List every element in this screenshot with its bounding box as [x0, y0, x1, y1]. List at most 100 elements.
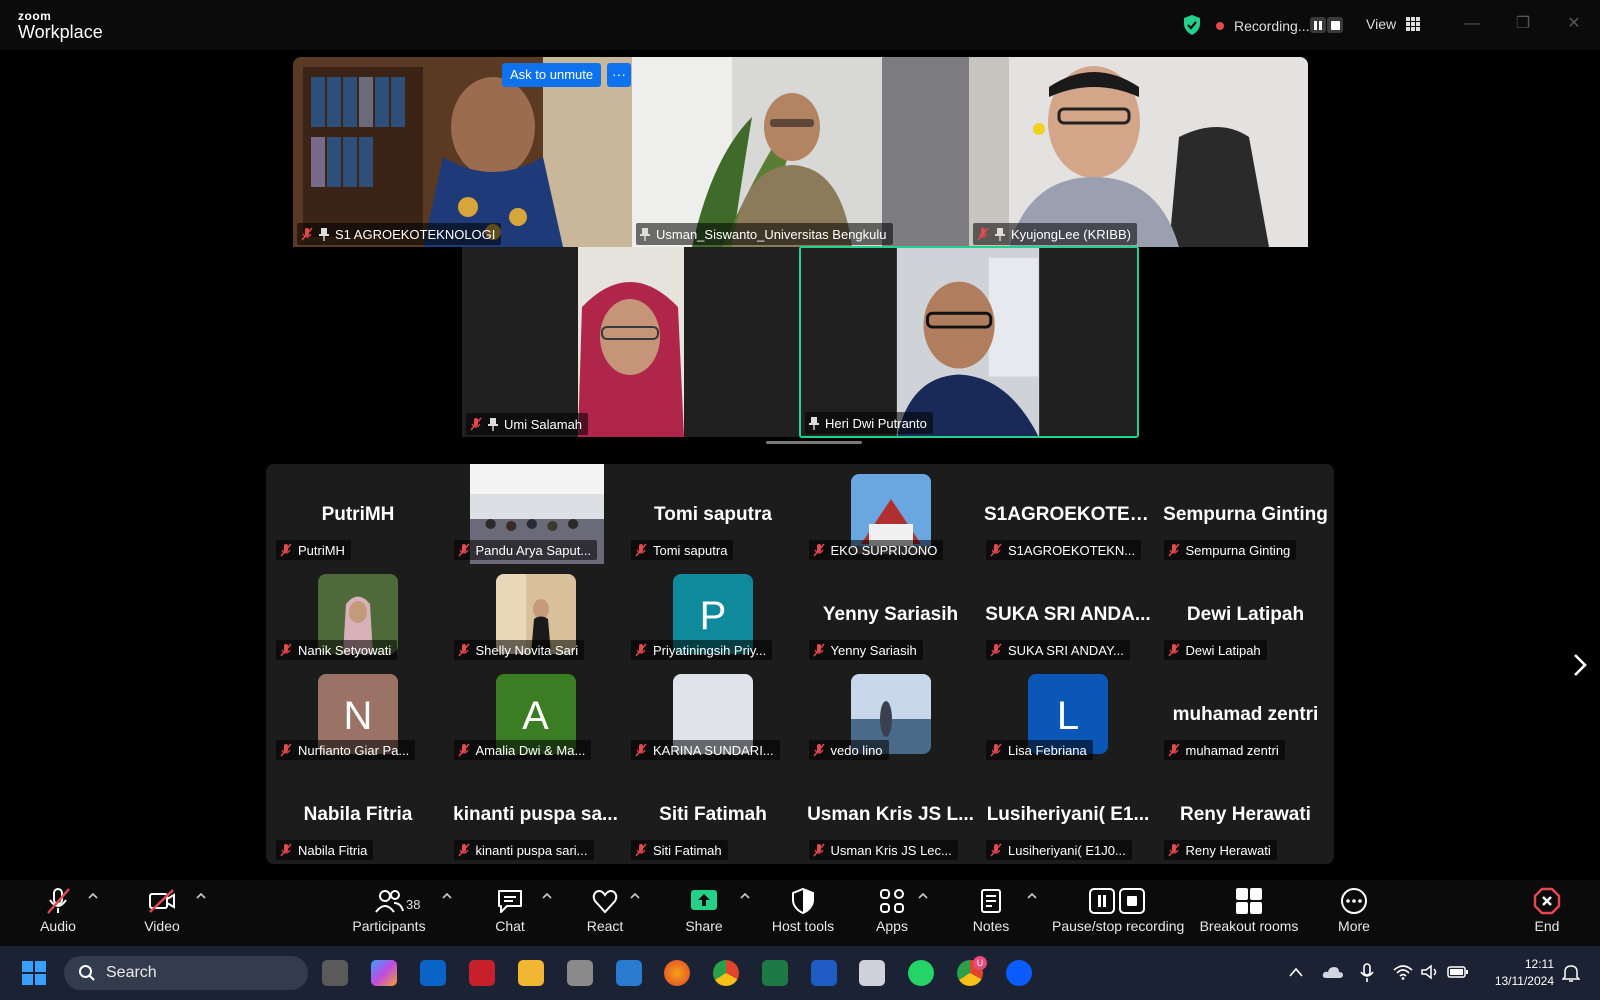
gallery-tile[interactable]: Dewi Latipah Dewi Latipah [1158, 564, 1334, 664]
gallery-tile[interactable]: Reny Herawati Reny Herawati [1158, 764, 1334, 864]
pause-recording-button[interactable] [1310, 17, 1326, 33]
gallery-tile[interactable]: kinanti puspa sa... kinanti puspa sari... [448, 764, 624, 864]
notification-bell-icon[interactable] [1562, 963, 1580, 983]
participant-name: Reny Herawati [1185, 842, 1271, 858]
more-options-button[interactable]: ··· [607, 63, 631, 87]
gallery-tile[interactable]: S1AGROEKOTEK... S1AGROEKOTEKN... [980, 464, 1156, 564]
system-clock[interactable]: 12:11 13/11/2024 [1486, 956, 1554, 990]
close-icon[interactable]: ✕ [1564, 14, 1584, 34]
participant-gallery: PutriMH PutriMH Pandu Arya Saput... Tomi sa… [266, 464, 1334, 864]
word-icon[interactable] [811, 960, 837, 986]
gallery-tile[interactable]: Lusiheriyani( E1... Lusiheriyani( E1J0... [980, 764, 1156, 864]
gallery-tile[interactable]: L Lisa Febriana [980, 664, 1156, 764]
copilot-icon[interactable] [371, 960, 397, 986]
shield-icon [792, 887, 814, 915]
ask-to-unmute-button[interactable]: Ask to unmute [502, 63, 602, 87]
pause-stop-recording-button[interactable]: Pause/stop recording [1052, 886, 1184, 944]
share-screen-icon [691, 890, 717, 910]
next-page-chevron-icon[interactable] [1571, 652, 1589, 678]
participant-display-name: kinanti puspa sa... [453, 804, 618, 825]
gallery-tile[interactable]: Sempurna Ginting Sempurna Ginting [1158, 464, 1334, 564]
security-shield-icon[interactable] [1182, 14, 1202, 36]
task-view-icon[interactable] [322, 960, 348, 986]
share-options-caret-icon[interactable] [739, 892, 751, 900]
chrome-icon[interactable] [713, 960, 739, 986]
gallery-tile[interactable]: SUKA SRI ANDA... SUKA SRI ANDAY... [980, 564, 1156, 664]
participant-name: muhamad zentri [1185, 742, 1279, 758]
printer-icon[interactable] [567, 960, 593, 986]
gallery-tile[interactable]: KARINA SUNDARI... [625, 664, 801, 764]
react-button[interactable]: React [584, 886, 626, 944]
gallery-tile[interactable]: P Priyatiningsih Priy... [625, 564, 801, 664]
gallery-tile[interactable]: vedo lino [803, 664, 979, 764]
gallery-tile[interactable]: EKO SUPRIJONO [803, 464, 979, 564]
notepad-icon[interactable] [616, 960, 642, 986]
participant-display-name: PutriMH [321, 504, 395, 525]
gallery-tile[interactable]: muhamad zentri muhamad zentri [1158, 664, 1334, 764]
firefox-icon[interactable] [664, 960, 690, 986]
end-call-icon [1533, 887, 1561, 915]
pdf-reader-icon[interactable] [469, 960, 495, 986]
onedrive-cloud-icon[interactable] [1322, 964, 1344, 982]
notes-options-caret-icon[interactable] [1026, 892, 1038, 900]
mic-muted-icon [635, 743, 647, 757]
pause-icon [1314, 20, 1322, 30]
video-options-caret-icon[interactable] [195, 892, 207, 900]
windows-start-icon[interactable] [22, 961, 46, 985]
gallery-tile[interactable]: Yenny Sariasih Yenny Sariasih [803, 564, 979, 664]
grid-view-icon[interactable] [1406, 17, 1420, 31]
host-tools-button[interactable]: Host tools [770, 886, 836, 944]
participants-button[interactable]: Participants [350, 886, 428, 944]
notes-button[interactable]: Notes [970, 886, 1012, 944]
view-menu-label[interactable]: View [1366, 16, 1396, 32]
participant-display-name: Tomi saputra [654, 504, 772, 525]
apps-options-caret-icon[interactable] [917, 892, 929, 900]
video-button[interactable]: Video [140, 886, 184, 944]
volume-icon[interactable] [1420, 964, 1440, 980]
gallery-tile[interactable]: A Amalia Dwi & Ma... [448, 664, 624, 764]
file-explorer-icon[interactable] [518, 960, 544, 986]
gallery-tile[interactable]: Siti Fatimah Siti Fatimah [625, 764, 801, 864]
share-button[interactable]: Share [680, 886, 728, 944]
video-tile-umi-salamah[interactable]: Umi Salamah [462, 247, 801, 437]
nameplate: muhamad zentri [1163, 740, 1285, 760]
chat-button[interactable]: Chat [490, 886, 530, 944]
taskbar-search-box[interactable]: Search [64, 956, 308, 990]
show-hidden-icons-chevron-icon[interactable] [1288, 966, 1304, 978]
participants-options-caret-icon[interactable] [441, 892, 453, 900]
gallery-tile[interactable]: Usman Kris JS L... Usman Kris JS Lec... [803, 764, 979, 864]
minimize-icon[interactable]: — [1462, 14, 1482, 34]
gallery-tile[interactable]: Nanik Setyowati [270, 564, 446, 664]
video-tile-heri-dwi-putranto-active[interactable]: Heri Dwi Putranto [799, 246, 1139, 438]
more-button[interactable]: More [1334, 886, 1374, 944]
whatsapp-icon[interactable] [908, 960, 934, 986]
restore-icon[interactable]: ❐ [1513, 14, 1533, 34]
microphone-icon[interactable] [1360, 963, 1374, 983]
video-tile-kyujonglee[interactable]: KyujongLee (KRIBB) [969, 57, 1308, 247]
chat-label: Chat [495, 918, 525, 934]
video-tile-usman-siswanto[interactable]: Usman_Siswanto_Universitas Bengkulu [632, 57, 969, 247]
gallery-tile[interactable]: Tomi saputra Tomi saputra [625, 464, 801, 564]
gallery-tile[interactable]: Nabila Fitria Nabila Fitria [270, 764, 446, 864]
snipping-tool-icon[interactable] [859, 960, 885, 986]
stop-recording-button[interactable] [1327, 17, 1343, 33]
audio-options-caret-icon[interactable] [87, 892, 99, 900]
end-meeting-button[interactable]: End [1532, 886, 1562, 944]
gallery-tile[interactable]: Shelly Novita Sari [448, 564, 624, 664]
excel-icon[interactable] [762, 960, 788, 986]
video-feed [801, 248, 1137, 436]
apps-button[interactable]: Apps [872, 886, 912, 944]
zoom-taskbar-icon[interactable] [1006, 960, 1032, 986]
mic-muted-icon [990, 843, 1002, 857]
breakout-rooms-button[interactable]: Breakout rooms [1198, 886, 1300, 944]
wifi-icon[interactable] [1393, 964, 1413, 980]
chat-options-caret-icon[interactable] [541, 892, 553, 900]
resize-handle[interactable] [766, 441, 862, 444]
outlook-icon[interactable] [420, 960, 446, 986]
battery-icon[interactable] [1447, 965, 1469, 979]
audio-button[interactable]: Audio [34, 886, 82, 944]
gallery-tile[interactable]: N Nurfianto Giar Pa... [270, 664, 446, 764]
gallery-tile[interactable]: PutriMH PutriMH [270, 464, 446, 564]
react-options-caret-icon[interactable] [629, 892, 641, 900]
gallery-tile[interactable]: Pandu Arya Saput... [448, 464, 624, 564]
